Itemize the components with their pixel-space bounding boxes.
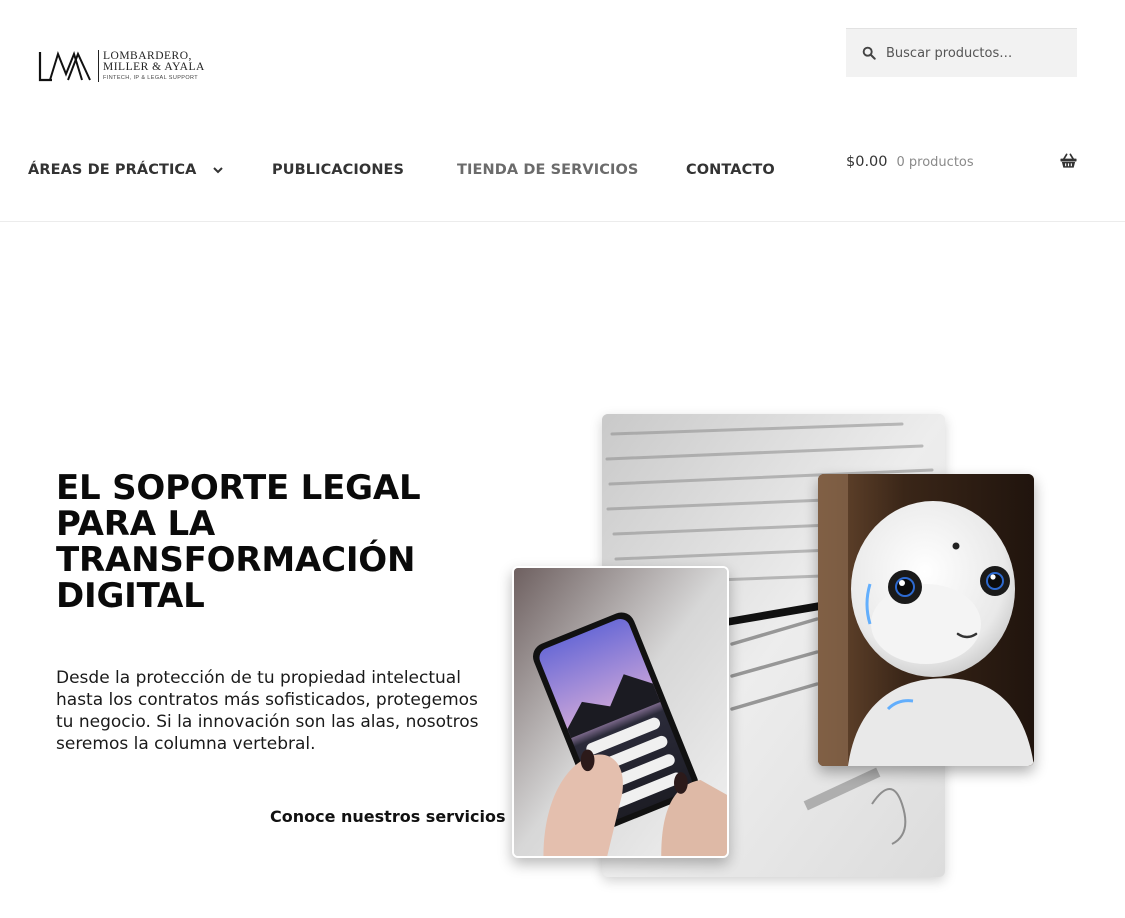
smartphone-image [512,566,729,858]
nav-label: TIENDA DE SERVICIOS [457,162,639,178]
nav-item-contacto[interactable]: CONTACTO [686,162,775,178]
hero-description: Desde la protección de tu propiedad inte… [56,668,479,754]
product-search [846,28,1077,77]
basket-icon[interactable] [1060,153,1077,169]
hero-title: EL SOPORTE LEGAL PARA LA TRANSFORMACIÓN … [56,470,476,614]
logo-text: LOMBARDERO, MILLER & AYALA FINTECH, IP &… [103,50,205,82]
logo-tagline: FINTECH, IP & LEGAL SUPPORT [103,74,199,81]
hero-title-line: PARA LA [56,504,216,544]
cart-amount: $0.00 [846,154,888,170]
search-icon[interactable] [862,46,876,60]
logo-mark-icon [38,50,91,82]
nav-label: PUBLICACIONES [272,162,405,178]
nav-item-areas-de-practica[interactable]: ÁREAS DE PRÁCTICA [28,162,223,178]
site-logo[interactable]: LOMBARDERO, MILLER & AYALA FINTECH, IP &… [38,46,238,86]
hero-title-line: TRANSFORMACIÓN [56,540,416,580]
nav-item-tienda-de-servicios[interactable]: TIENDA DE SERVICIOS [457,162,638,178]
site-header: LOMBARDERO, MILLER & AYALA FINTECH, IP &… [0,0,1125,222]
cart-summary[interactable]: $0.00 0 productos [846,152,1077,172]
logo-divider [98,50,99,82]
logo-line-2: MILLER & AYALA [103,61,205,74]
services-cta-link[interactable]: Conoce nuestros servicios [270,807,505,826]
search-input[interactable] [886,45,1066,61]
robot-image [818,474,1034,766]
hero-title-line: EL SOPORTE LEGAL [56,468,421,508]
nav-label: CONTACTO [686,162,775,178]
hero-title-line: DIGITAL [56,576,205,616]
nav-label: ÁREAS DE PRÁCTICA [28,162,197,178]
nav-item-publicaciones[interactable]: PUBLICACIONES [272,162,404,178]
chevron-down-icon [212,166,223,173]
cart-count: 0 productos [896,154,974,170]
